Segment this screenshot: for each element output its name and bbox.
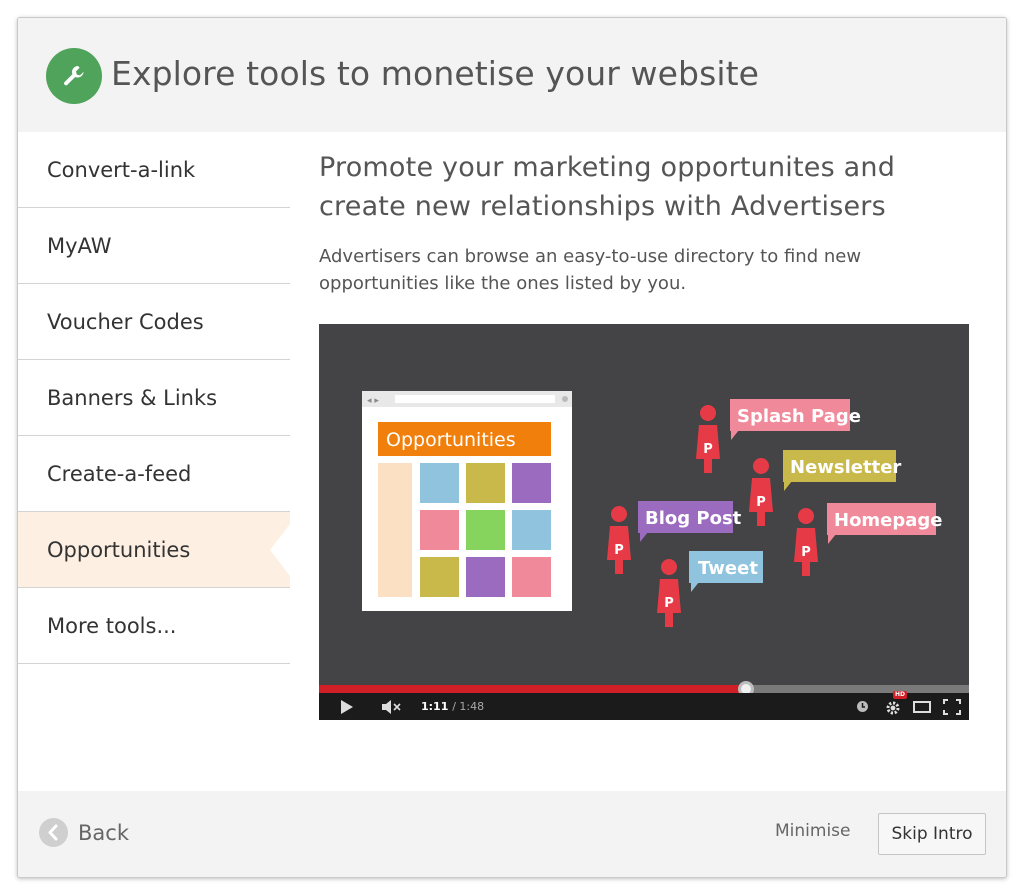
person-badge: P: [703, 442, 713, 457]
skip-intro-button[interactable]: Skip Intro: [878, 813, 986, 855]
current-time: 1:11: [421, 700, 449, 713]
person-icon: [696, 405, 720, 473]
bubble-label: Blog Post: [645, 508, 742, 529]
played-fill: [319, 685, 747, 693]
tools-sidebar: Convert-a-link MyAW Voucher Codes Banner…: [18, 132, 290, 664]
person-icon: [607, 506, 631, 574]
intro-dialog: Explore tools to monetise your website C…: [17, 17, 1007, 878]
back-label: Back: [78, 820, 129, 845]
video-progress-bar[interactable]: [319, 681, 969, 697]
person-badge: P: [664, 596, 674, 611]
bubble-tweet: Tweet: [689, 551, 763, 592]
video-player[interactable]: ◂ ▸ Opportunities P P P P P Splash Page …: [319, 324, 969, 720]
fullscreen-icon[interactable]: [943, 693, 961, 720]
video-time: 1:11 / 1:48: [421, 693, 484, 720]
content-heading: Promote your marketing opportunites and …: [319, 148, 979, 226]
svg-text:◂ ▸: ◂ ▸: [367, 396, 379, 406]
dialog-footer: Back Minimise Skip Intro: [18, 791, 1006, 877]
play-icon[interactable]: [340, 693, 354, 720]
wrench-icon: [46, 48, 102, 104]
sidebar-item-more-tools[interactable]: More tools...: [18, 588, 290, 664]
watch-later-icon[interactable]: [856, 693, 869, 720]
sidebar-item-convert-a-link[interactable]: Convert-a-link: [18, 132, 290, 208]
sidebar-item-myaw[interactable]: MyAW: [18, 208, 290, 284]
sidebar-item-voucher-codes[interactable]: Voucher Codes: [18, 284, 290, 360]
bubble-splash-page: Splash Page: [730, 399, 861, 440]
description-line-1: Advertisers can browse an easy-to-use di…: [319, 246, 862, 267]
person-icon: [657, 559, 681, 627]
buffered-track: [746, 685, 969, 693]
bubble-blog-post: Blog Post: [638, 501, 742, 542]
heading-line-1: Promote your marketing opportunites and: [319, 152, 896, 183]
dialog-title: Explore tools to monetise your website: [111, 54, 760, 93]
mute-icon[interactable]: [382, 693, 402, 720]
person-icon: [794, 508, 818, 576]
minimise-link[interactable]: Minimise: [775, 821, 851, 841]
back-button[interactable]: Back: [39, 818, 129, 847]
sidebar-item-banners-links[interactable]: Banners & Links: [18, 360, 290, 436]
content-description: Advertisers can browse an easy-to-use di…: [319, 243, 979, 297]
person-badge: P: [614, 543, 624, 558]
bubble-newsletter: Newsletter: [783, 450, 901, 491]
person-badge: P: [801, 545, 811, 560]
dialog-header: Explore tools to monetise your website: [18, 18, 1006, 132]
person-icon: [749, 458, 773, 526]
theater-mode-icon[interactable]: [913, 693, 931, 720]
hd-badge: HD: [893, 691, 908, 699]
bubble-label: Newsletter: [790, 457, 901, 478]
chevron-left-icon: [39, 818, 68, 847]
duration: / 1:48: [452, 700, 485, 713]
video-frame: ◂ ▸ Opportunities P P P P P Splash Page …: [362, 391, 943, 627]
heading-line-2: create new relationships with Advertiser…: [319, 191, 886, 222]
person-badge: P: [756, 495, 766, 510]
bubble-homepage: Homepage: [827, 503, 943, 544]
main-content: Promote your marketing opportunites and …: [319, 132, 979, 297]
description-line-2: opportunities like the ones listed by yo…: [319, 273, 687, 294]
browser-window-illustration: ◂ ▸ Opportunities: [362, 391, 572, 611]
bubble-label: Splash Page: [737, 406, 861, 427]
bubble-label: Homepage: [834, 510, 943, 531]
bubble-label: Tweet: [698, 558, 758, 579]
video-controls: 1:11 / 1:48 HD: [319, 691, 969, 720]
settings-icon[interactable]: HD: [884, 691, 908, 720]
card-title: Opportunities: [386, 429, 516, 451]
sidebar-item-create-a-feed[interactable]: Create-a-feed: [18, 436, 290, 512]
sidebar-item-opportunities[interactable]: Opportunities: [18, 512, 290, 588]
